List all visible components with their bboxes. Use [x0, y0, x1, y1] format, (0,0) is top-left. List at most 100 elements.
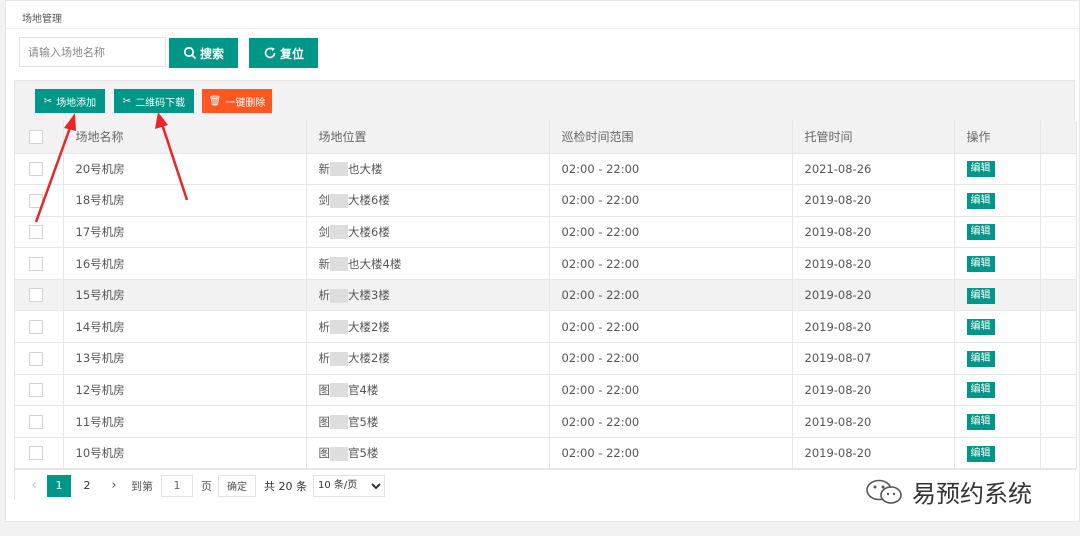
location-prefix: 剑: [318, 193, 331, 208]
row-checkbox[interactable]: [29, 256, 43, 271]
row-checkbox[interactable]: [29, 320, 43, 335]
search-button-label: 搜索: [199, 46, 224, 61]
row-checkbox[interactable]: [29, 162, 43, 177]
cell-managed-date: 2019-08-20: [792, 405, 955, 438]
row-checkbox[interactable]: [29, 288, 43, 303]
cell-location: 析 大楼2楼: [306, 342, 550, 375]
goto-page-input[interactable]: [161, 474, 193, 497]
table-row: 17号机房剑 大楼6楼 02:00 - 22:00 2019-08-20 编辑: [15, 216, 1077, 249]
redacted-block: [330, 288, 348, 303]
row-checkbox[interactable]: [29, 225, 43, 240]
header-spacer: [1040, 121, 1077, 154]
location-suffix: 官5楼: [348, 446, 379, 461]
search-button[interactable]: 搜索: [169, 38, 238, 68]
table-header-row: 场地名称 场地位置 巡检时间范围 托管时间 操作: [15, 121, 1077, 154]
cell-managed-date: 2019-08-20: [792, 437, 955, 470]
cell-actions: 编辑: [954, 184, 1041, 217]
cell-name: 16号机房: [63, 247, 307, 280]
cell-spacer: [1040, 342, 1077, 375]
row-checkbox[interactable]: [29, 414, 43, 429]
cell-actions: 编辑: [954, 279, 1041, 312]
reset-button-label: 复位: [279, 46, 304, 61]
cell-managed-date: 2019-08-20: [792, 279, 955, 312]
search-input[interactable]: [19, 37, 166, 67]
cell-managed-date: 2019-08-20: [792, 247, 955, 280]
location-prefix: 图: [318, 414, 331, 429]
location-prefix: 析: [318, 319, 331, 334]
reset-button[interactable]: 复位: [249, 38, 318, 68]
refresh-icon: [264, 47, 276, 59]
cell-location: 析 大楼3楼: [306, 279, 550, 312]
cell-name: 18号机房: [63, 184, 307, 217]
location-prefix: 析: [318, 288, 331, 303]
cell-name: 10号机房: [63, 437, 307, 470]
cell-managed-date: 2019-08-20: [792, 184, 955, 217]
edit-button[interactable]: 编辑: [966, 256, 995, 273]
cell-managed-date: 2019-08-20: [792, 216, 955, 249]
cell-name: 17号机房: [63, 216, 307, 249]
location-suffix: 大楼6楼: [348, 193, 390, 208]
row-checkbox[interactable]: [29, 446, 43, 461]
edit-button[interactable]: 编辑: [966, 287, 995, 304]
edit-button[interactable]: 编辑: [966, 445, 995, 462]
cell-time-range: 02:00 - 22:00: [549, 279, 793, 312]
breadcrumb: 场地管理: [22, 14, 62, 25]
cell-spacer: [1040, 153, 1077, 186]
edit-button[interactable]: 编辑: [966, 382, 995, 399]
location-suffix: 大楼2楼: [348, 319, 390, 334]
cell-time-range: 02:00 - 22:00: [549, 405, 793, 438]
bulk-delete-label: 一键删除: [225, 97, 266, 109]
row-checkbox[interactable]: [29, 351, 43, 366]
table-row: 20号机房新 也大楼 02:00 - 22:00 2021-08-26 编辑: [15, 153, 1077, 186]
cell-time-range: 02:00 - 22:00: [549, 247, 793, 280]
prev-page-icon[interactable]: ‹: [25, 478, 43, 493]
cell-spacer: [1040, 374, 1077, 407]
page-2[interactable]: 2: [75, 475, 99, 497]
cell-time-range: 02:00 - 22:00: [549, 437, 793, 470]
cell-time-range: 02:00 - 22:00: [549, 184, 793, 217]
cell-time-range: 02:00 - 22:00: [549, 310, 793, 344]
cell-managed-date: 2019-08-20: [792, 374, 955, 407]
select-all-checkbox[interactable]: [29, 130, 43, 144]
location-suffix: 大楼6楼: [348, 224, 390, 239]
qrcode-download-button[interactable]: ✂ 二维码下载: [114, 89, 194, 113]
cell-spacer: [1040, 405, 1077, 438]
row-select-cell: [15, 153, 64, 186]
page-size-select[interactable]: 10 条/页: [313, 474, 385, 497]
row-select-cell: [15, 184, 64, 217]
table-panel: ✂ 场地添加 ✂ 二维码下载 🗑 一键删除 场地名称 场地位置 巡检时间范围 托…: [14, 80, 1077, 501]
bulk-delete-button[interactable]: 🗑 一键删除: [202, 89, 272, 113]
next-page-icon[interactable]: ›: [105, 478, 123, 493]
goto-confirm-button[interactable]: 确定: [218, 474, 256, 497]
cell-actions: 编辑: [954, 247, 1041, 280]
add-venue-button[interactable]: ✂ 场地添加: [35, 89, 105, 113]
edit-button[interactable]: 编辑: [966, 350, 995, 367]
header-actions: 操作: [954, 121, 1041, 154]
row-checkbox[interactable]: [29, 383, 43, 398]
row-select-cell: [15, 310, 64, 344]
location-prefix: 图: [318, 446, 331, 461]
location-suffix: 大楼3楼: [348, 288, 390, 303]
edit-button[interactable]: 编辑: [966, 319, 995, 336]
table-row: 11号机房图 官5楼 02:00 - 22:00 2019-08-20 编辑: [15, 405, 1077, 438]
cell-name: 15号机房: [63, 279, 307, 312]
row-checkbox[interactable]: [29, 193, 43, 208]
edit-button[interactable]: 编辑: [966, 192, 995, 209]
cell-name: 12号机房: [63, 374, 307, 407]
cell-location: 新 也大楼: [306, 153, 550, 186]
cell-spacer: [1040, 216, 1077, 249]
location-suffix: 官4楼: [348, 382, 379, 397]
tools-icon: ✂: [122, 95, 132, 107]
redacted-block: [330, 351, 348, 366]
cell-actions: 编辑: [954, 310, 1041, 344]
watermark: 易预约系统: [864, 474, 1032, 509]
cell-spacer: [1040, 184, 1077, 217]
table-row: 16号机房新 也大楼4楼 02:00 - 22:00 2019-08-20 编辑: [15, 247, 1077, 280]
location-prefix: 新: [318, 256, 331, 271]
edit-button[interactable]: 编辑: [966, 224, 995, 241]
add-venue-label: 场地添加: [56, 97, 97, 109]
page-1[interactable]: 1: [47, 474, 71, 497]
edit-button[interactable]: 编辑: [966, 414, 995, 431]
edit-button[interactable]: 编辑: [966, 161, 995, 178]
redacted-block: [330, 415, 348, 430]
